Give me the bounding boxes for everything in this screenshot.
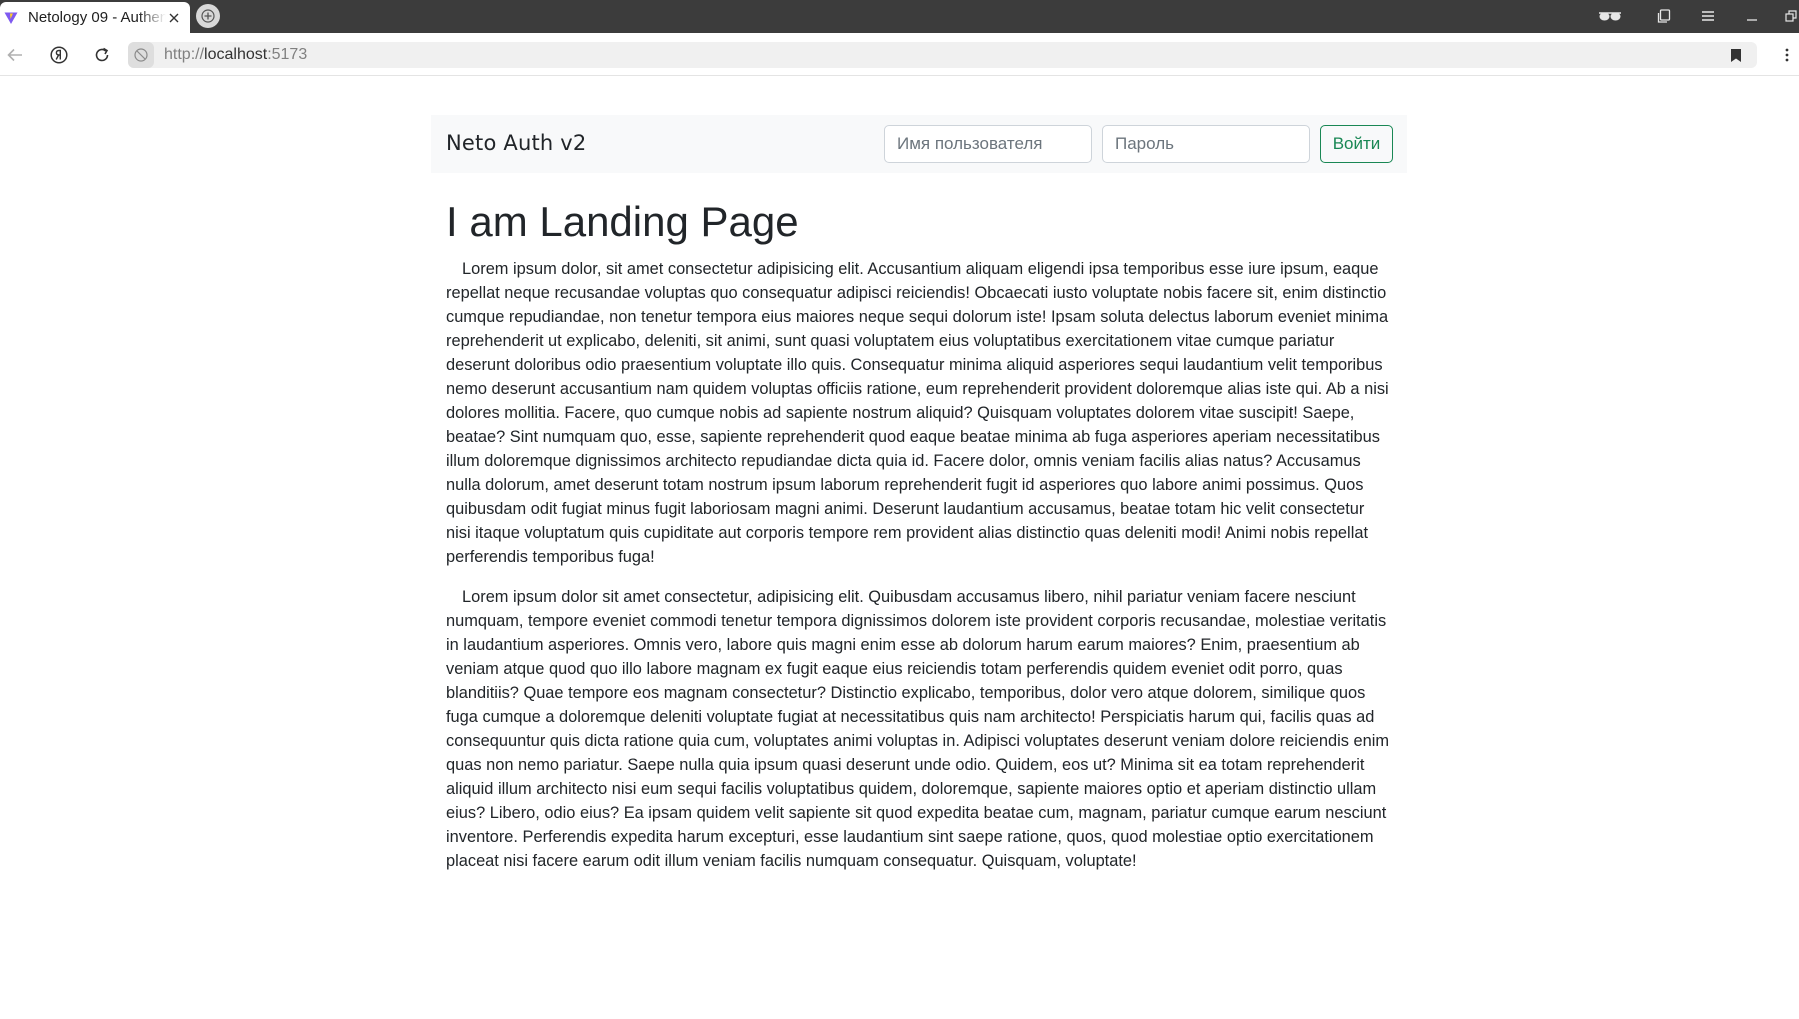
address-bar[interactable]: http://localhost:5173: [128, 42, 1757, 68]
browser-tab[interactable]: Netology 09 - Authentication: [0, 2, 190, 33]
url-scheme: http://: [164, 46, 205, 63]
password-input[interactable]: [1102, 125, 1310, 163]
login-button[interactable]: Войти: [1320, 125, 1393, 163]
paragraph: Lorem ipsum dolor, sit amet consectetur …: [446, 260, 1389, 566]
restore-button[interactable]: [1782, 4, 1799, 28]
page-title: I am Landing Page: [446, 198, 799, 245]
close-icon[interactable]: [166, 10, 182, 26]
navbar-brand[interactable]: Neto Auth v2: [446, 131, 586, 155]
browser-menu-button[interactable]: [1696, 4, 1720, 28]
tab-title: Netology 09 - Authentication: [28, 9, 166, 26]
glasses-icon: [1598, 10, 1622, 22]
arrow-left-icon: [7, 48, 23, 62]
minimize-button[interactable]: [1740, 4, 1764, 28]
reload-button[interactable]: [90, 43, 114, 67]
url-host: localhost: [204, 46, 268, 63]
reload-icon: [93, 46, 111, 64]
hamburger-icon: [1701, 10, 1715, 22]
bookmark-icon[interactable]: [1727, 46, 1745, 64]
more-menu-button[interactable]: [1779, 43, 1795, 67]
yandex-icon: [50, 46, 68, 64]
back-button[interactable]: [3, 43, 27, 67]
username-input[interactable]: [884, 125, 1092, 163]
vite-logo-icon: [4, 11, 18, 25]
yandex-button[interactable]: [47, 43, 71, 67]
url-text: http://localhost:5173: [164, 46, 307, 64]
browser-tab-strip: Netology 09 - Authentication: [0, 0, 1799, 33]
paragraph: Lorem ipsum dolor sit amet consectetur, …: [446, 588, 1389, 870]
minimize-icon: [1746, 10, 1758, 22]
reader-mode-button[interactable]: [1596, 4, 1624, 28]
collections-button[interactable]: [1652, 4, 1676, 28]
restore-icon: [1784, 10, 1797, 22]
browser-toolbar: http://localhost:5173: [0, 33, 1799, 76]
site-info-icon[interactable]: [128, 42, 154, 68]
main-content: I am Landing Page Lorem ipsum dolor, sit…: [446, 196, 1392, 889]
plus-icon: [201, 9, 215, 23]
url-port: :5173: [267, 46, 308, 63]
collections-icon: [1657, 9, 1671, 23]
site-navbar: Neto Auth v2 Войти: [431, 115, 1407, 173]
new-tab-button[interactable]: [196, 4, 220, 28]
more-vertical-icon: [1785, 48, 1789, 62]
